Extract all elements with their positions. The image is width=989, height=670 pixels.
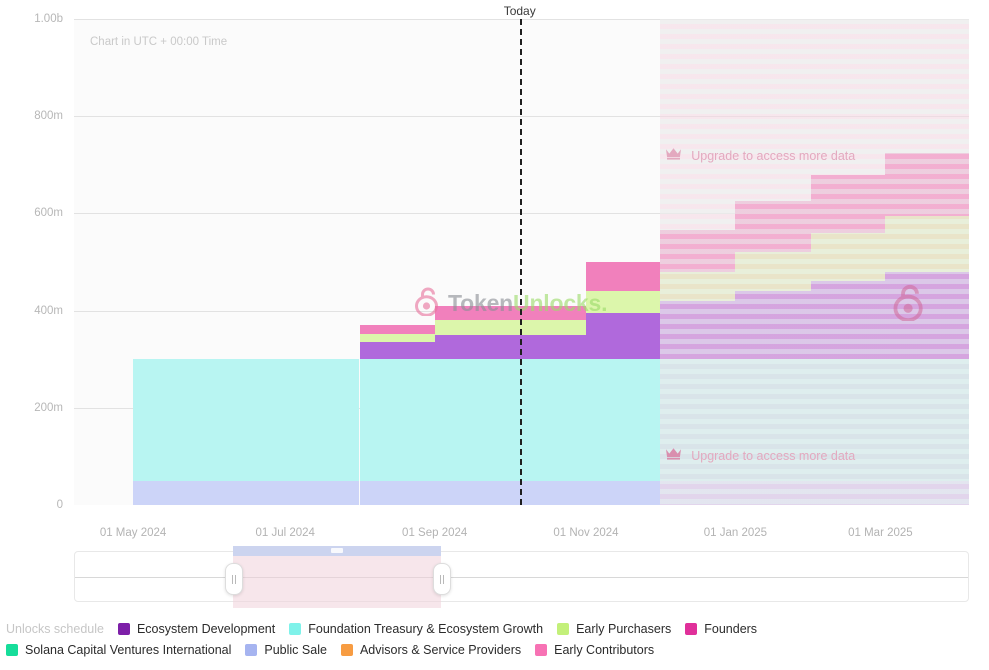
- crown-icon: [665, 447, 682, 465]
- series-segment: [360, 481, 435, 505]
- legend-item-2[interactable]: Early Purchasers: [557, 622, 671, 636]
- x-axis-tick-label: 01 May 2024: [100, 527, 167, 539]
- brush-selection-grip[interactable]: [331, 548, 343, 553]
- series-segment: [435, 481, 586, 505]
- series-segment: [586, 291, 660, 313]
- legend-item-5[interactable]: Public Sale: [245, 643, 327, 657]
- y-axis-tick-label: 400m: [0, 305, 63, 317]
- y-axis-tick-label: 1.00b: [0, 13, 63, 25]
- legend-item-label: Solana Capital Ventures International: [25, 643, 231, 657]
- series-segment: [133, 481, 359, 505]
- series-segment: [885, 272, 969, 359]
- time-range-brush[interactable]: [74, 551, 969, 602]
- series-segment: [360, 359, 435, 481]
- series-segment: [811, 175, 884, 233]
- legend-item-4[interactable]: Solana Capital Ventures International: [6, 643, 231, 657]
- brush-handle-left[interactable]: [225, 563, 243, 595]
- series-segment: [885, 359, 969, 481]
- legend-item-label: Foundation Treasury & Ecosystem Growth: [308, 622, 543, 636]
- x-axis-tick-label: 01 Jul 2024: [255, 527, 314, 539]
- series-segment: [885, 481, 969, 505]
- legend-item-label: Founders: [704, 622, 757, 636]
- series-segment: [435, 359, 586, 481]
- upgrade-notice-label: Upgrade to access more data: [691, 149, 855, 163]
- x-axis-tick-label: 01 Mar 2025: [848, 527, 913, 539]
- x-axis-tick-label: 01 Sep 2024: [402, 527, 467, 539]
- token-unlocks-chart-page: 0 200m 400m 600m 800m 1.00b Upgrade to access…: [0, 0, 989, 670]
- series-segment: [660, 481, 735, 505]
- y-axis-tick-label: 0: [0, 499, 63, 511]
- series-segment: [885, 216, 969, 272]
- series-segment: [133, 359, 359, 481]
- x-axis-tick-label: 01 Nov 2024: [553, 527, 618, 539]
- brush-baseline: [75, 577, 968, 578]
- series-segment: [586, 359, 660, 481]
- drag-handle-icon: [235, 575, 236, 584]
- series-segment: [435, 306, 586, 321]
- legend-item-label: Public Sale: [264, 643, 327, 657]
- series-segment: [435, 335, 586, 359]
- series-segment: [360, 325, 435, 334]
- series-segment: [360, 342, 435, 359]
- legend-item-label: Early Contributors: [554, 643, 654, 657]
- legend-swatch: [245, 644, 257, 656]
- x-axis-tick-label: 01 Jan 2025: [704, 527, 767, 539]
- legend-item-3[interactable]: Founders: [685, 622, 757, 636]
- legend-swatch: [685, 623, 697, 635]
- series-segment: [435, 320, 586, 335]
- series-segment: [660, 272, 735, 301]
- drag-handle-icon: [440, 575, 441, 584]
- chart-timezone-note: Chart in UTC + 00:00 Time: [90, 36, 227, 48]
- series-segment: [586, 313, 660, 359]
- series-segment: [735, 201, 811, 252]
- legend-swatch: [6, 644, 18, 656]
- upgrade-notice-top[interactable]: Upgrade to access more data: [665, 147, 855, 165]
- y-axis-tick-label: 800m: [0, 110, 63, 122]
- series-segment: [735, 291, 811, 359]
- upgrade-notice-bottom[interactable]: Upgrade to access more data: [665, 447, 855, 465]
- series-segment: [811, 281, 884, 359]
- today-marker-line: [520, 19, 522, 505]
- series-segment: [735, 481, 811, 505]
- legend-swatch: [557, 623, 569, 635]
- upgrade-notice-label: Upgrade to access more data: [691, 449, 855, 463]
- chart-legend: Unlocks schedule Ecosystem Development Fo…: [6, 622, 986, 657]
- series-segment: [811, 233, 884, 282]
- series-segment: [360, 334, 435, 342]
- series-segment: [811, 481, 884, 505]
- drag-handle-icon: [443, 575, 444, 584]
- legend-title: Unlocks schedule: [6, 622, 104, 636]
- today-marker-label: Today: [504, 4, 536, 18]
- legend-swatch: [289, 623, 301, 635]
- legend-item-6[interactable]: Advisors & Service Providers: [341, 643, 521, 657]
- series-segment: [660, 301, 735, 359]
- legend-item-7[interactable]: Early Contributors: [535, 643, 654, 657]
- legend-item-label: Ecosystem Development: [137, 622, 275, 636]
- legend-swatch: [118, 623, 130, 635]
- series-segment: [586, 262, 660, 291]
- legend-item-1[interactable]: Foundation Treasury & Ecosystem Growth: [289, 622, 543, 636]
- legend-item-label: Advisors & Service Providers: [360, 643, 521, 657]
- crown-icon: [665, 147, 682, 165]
- brush-handle-right[interactable]: [433, 563, 451, 595]
- series-segment: [660, 230, 735, 271]
- legend-item-0[interactable]: Ecosystem Development: [118, 622, 275, 636]
- series-segment: [735, 252, 811, 291]
- y-axis-tick-label: 600m: [0, 207, 63, 219]
- legend-swatch: [341, 644, 353, 656]
- y-axis-tick-label: 200m: [0, 402, 63, 414]
- legend-swatch: [535, 644, 547, 656]
- legend-item-label: Early Purchasers: [576, 622, 671, 636]
- series-segment: [586, 481, 660, 505]
- series-segment: [885, 153, 969, 216]
- drag-handle-icon: [232, 575, 233, 584]
